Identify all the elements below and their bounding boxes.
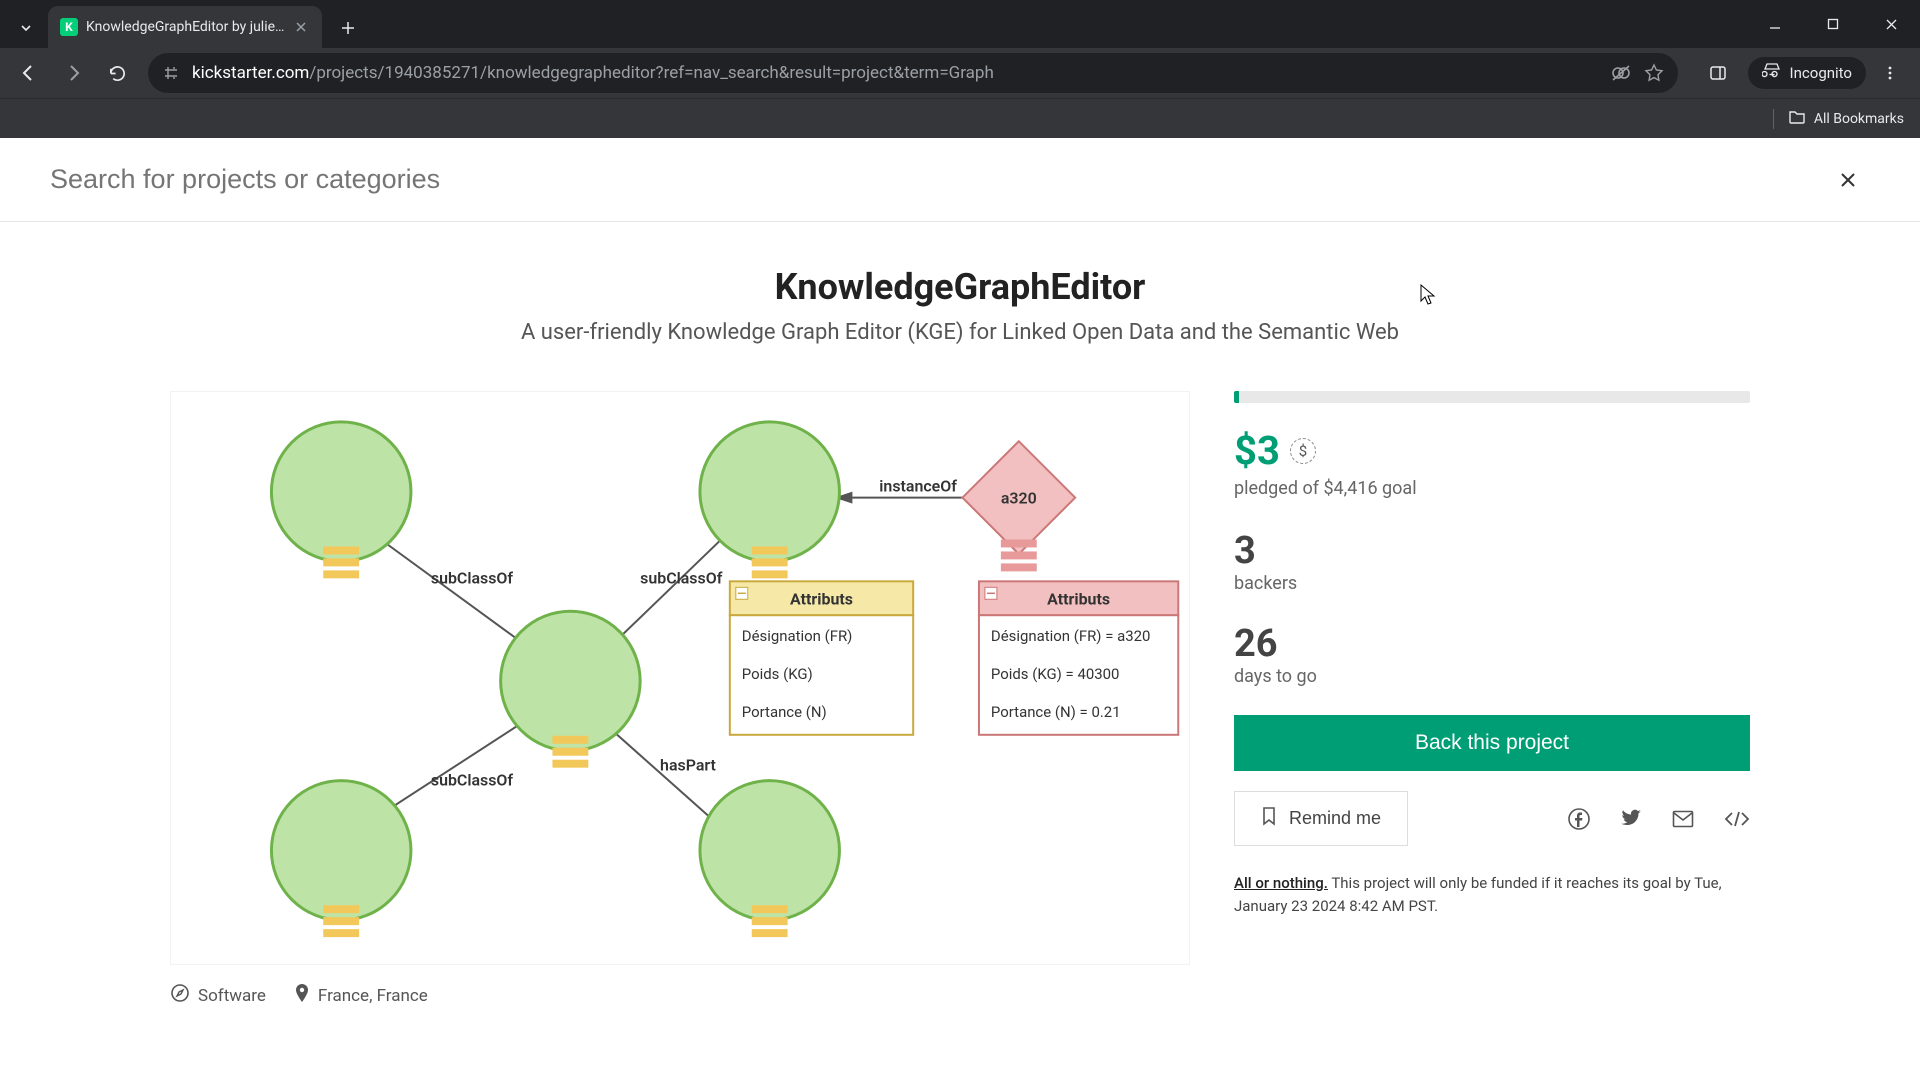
funding-note: All or nothing. This project will only b…	[1234, 872, 1750, 917]
days-label: days to go	[1234, 666, 1750, 687]
svg-text:subClassOf: subClassOf	[431, 771, 514, 790]
search-banner	[0, 138, 1920, 222]
forward-button[interactable]	[54, 54, 92, 92]
remind-me-button[interactable]: Remind me	[1234, 791, 1408, 846]
facebook-share-icon[interactable]	[1568, 808, 1590, 830]
project-subtitle: A user-friendly Knowledge Graph Editor (…	[0, 320, 1920, 345]
new-tab-button[interactable]	[332, 12, 364, 44]
embed-share-icon[interactable]	[1724, 808, 1750, 830]
incognito-chip[interactable]: Incognito	[1748, 57, 1866, 89]
svg-text:Désignation (FR): Désignation (FR)	[742, 627, 853, 645]
category-link[interactable]: Software	[170, 983, 266, 1008]
project-meta-row: Software France, France	[170, 983, 1190, 1008]
remind-label: Remind me	[1289, 808, 1381, 829]
svg-text:subClassOf: subClassOf	[640, 568, 723, 587]
url-bar[interactable]: kickstarter.com/projects/1940385271/know…	[148, 53, 1678, 93]
site-info-icon[interactable]	[162, 64, 180, 82]
project-image: subClassOf subClassOf subClassOf hasPart…	[170, 391, 1190, 965]
back-project-button[interactable]: Back this project	[1234, 715, 1750, 771]
svg-text:instanceOf: instanceOf	[879, 477, 957, 496]
progress-bar	[1234, 391, 1750, 403]
content-columns: subClassOf subClassOf subClassOf hasPart…	[0, 365, 1920, 1008]
svg-text:Désignation (FR) = a320: Désignation (FR) = a320	[991, 627, 1151, 645]
bookmarks-bar: All Bookmarks	[0, 98, 1920, 138]
bookmark-star-icon[interactable]	[1644, 63, 1664, 83]
location-pin-icon	[294, 983, 310, 1008]
incognito-label: Incognito	[1790, 64, 1852, 82]
window-minimize-icon[interactable]	[1746, 4, 1804, 44]
browser-tab-active[interactable]: K KnowledgeGraphEditor by julie…	[48, 6, 322, 48]
backers-label: backers	[1234, 573, 1750, 594]
search-close-icon[interactable]	[1832, 164, 1864, 196]
window-controls	[1746, 0, 1920, 48]
svg-text:Attributs: Attributs	[1047, 589, 1110, 608]
bookmarks-separator	[1773, 109, 1774, 129]
category-label: Software	[198, 986, 266, 1006]
email-share-icon[interactable]	[1672, 808, 1694, 830]
svg-text:Attributs: Attributs	[790, 589, 853, 608]
tab-close-icon[interactable]	[292, 18, 310, 36]
side-panel-icon[interactable]	[1698, 53, 1738, 93]
currency-converter-icon[interactable]: $	[1290, 438, 1316, 464]
svg-text:hasPart: hasPart	[660, 756, 716, 775]
incognito-icon	[1762, 63, 1782, 83]
all-bookmarks-label: All Bookmarks	[1814, 111, 1904, 127]
location-label: France, France	[318, 986, 428, 1006]
svg-text:a320: a320	[1001, 489, 1037, 508]
reload-button[interactable]	[98, 54, 136, 92]
stats-column: $3 $ pledged of $4,416 goal 3 backers 26…	[1234, 391, 1750, 1008]
project-title: KnowledgeGraphEditor	[0, 266, 1920, 308]
svg-text:Poids (KG) = 40300: Poids (KG) = 40300	[991, 665, 1120, 683]
browser-chrome: K KnowledgeGraphEditor by julie… kicksta…	[0, 0, 1920, 138]
folder-icon	[1788, 109, 1806, 129]
pledged-amount: $3	[1234, 427, 1280, 474]
svg-text:Portance (N) = 0.21: Portance (N) = 0.21	[991, 703, 1121, 721]
tab-title: KnowledgeGraphEditor by julie…	[86, 19, 284, 35]
toolbar-right-icons: Incognito	[1698, 53, 1910, 93]
svg-text:subClassOf: subClassOf	[431, 568, 514, 587]
page-viewport[interactable]: KnowledgeGraphEditor A user-friendly Kno…	[0, 138, 1920, 1080]
tab-favicon: K	[60, 18, 78, 36]
all-bookmarks-button[interactable]: All Bookmarks	[1788, 109, 1904, 129]
days-count: 26	[1234, 622, 1750, 666]
browser-menu-icon[interactable]	[1870, 53, 1910, 93]
svg-text:Poids (KG): Poids (KG)	[742, 665, 813, 683]
project-header: KnowledgeGraphEditor A user-friendly Kno…	[0, 222, 1920, 365]
browser-toolbar: kickstarter.com/projects/1940385271/know…	[0, 48, 1920, 98]
bookmark-icon	[1261, 806, 1277, 831]
url-text: kickstarter.com/projects/1940385271/know…	[192, 63, 1598, 83]
tracking-protection-icon[interactable]	[1610, 62, 1632, 84]
pledged-goal-text: pledged of $4,416 goal	[1234, 478, 1750, 499]
share-icons	[1568, 808, 1750, 830]
tab-search-button[interactable]	[8, 10, 44, 46]
progress-fill	[1234, 391, 1239, 403]
search-input[interactable]	[50, 164, 1870, 195]
tab-strip: K KnowledgeGraphEditor by julie…	[0, 0, 1920, 48]
media-column: subClassOf subClassOf subClassOf hasPart…	[170, 391, 1190, 1008]
window-close-icon[interactable]	[1862, 4, 1920, 44]
twitter-share-icon[interactable]	[1620, 808, 1642, 830]
svg-text:Portance (N): Portance (N)	[742, 703, 827, 721]
window-maximize-icon[interactable]	[1804, 4, 1862, 44]
back-button[interactable]	[10, 54, 48, 92]
backers-count: 3	[1234, 529, 1750, 573]
location-link[interactable]: France, France	[294, 983, 428, 1008]
all-or-nothing-link[interactable]: All or nothing.	[1234, 874, 1328, 892]
compass-icon	[170, 983, 190, 1008]
